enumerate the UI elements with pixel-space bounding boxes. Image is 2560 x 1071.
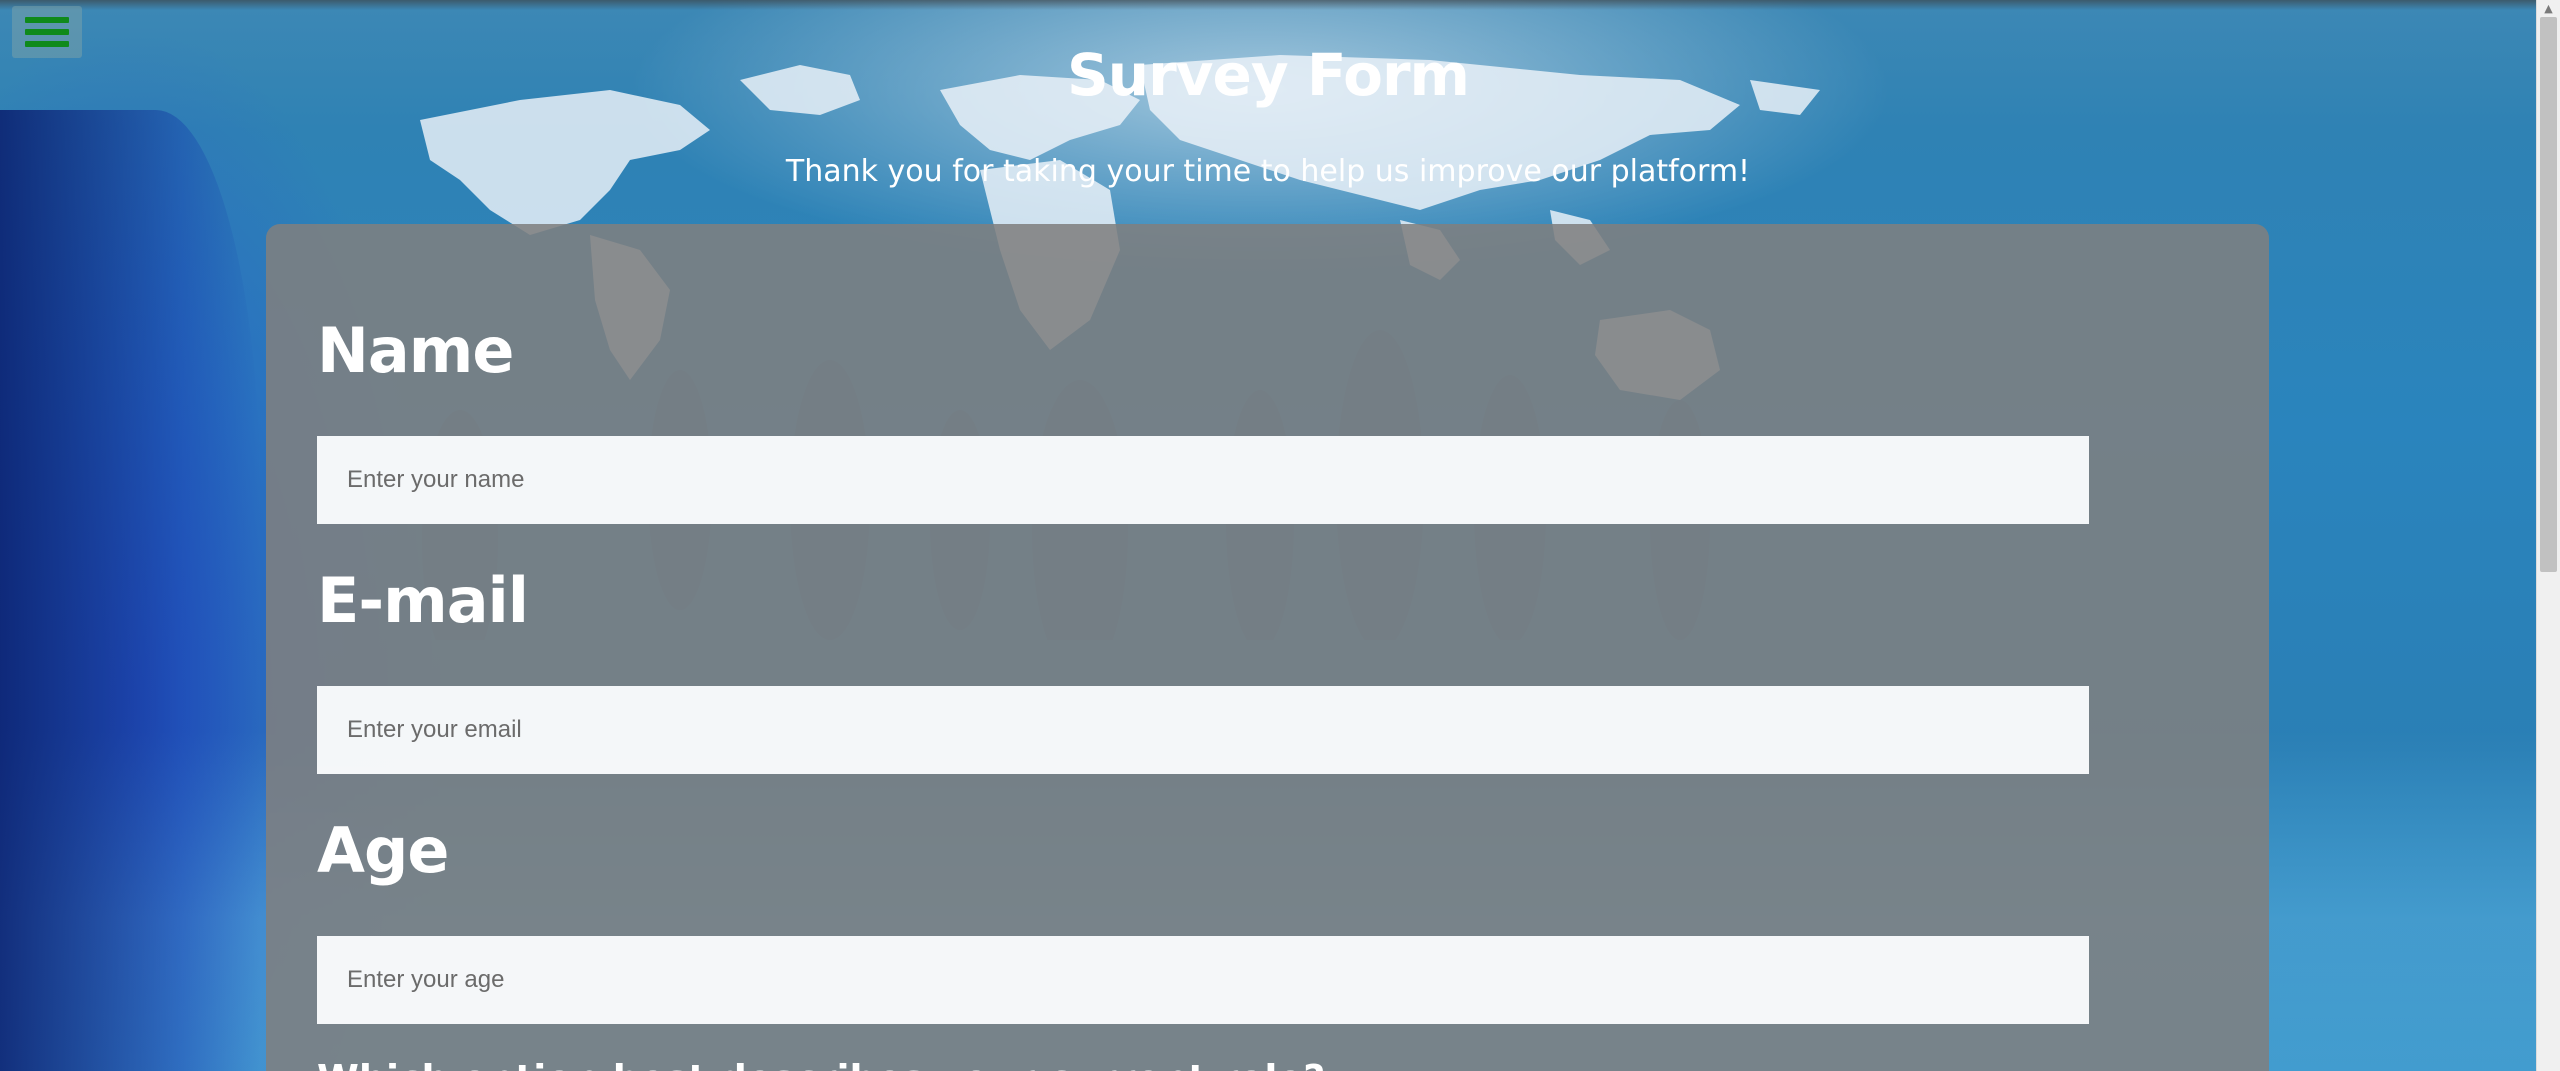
scroll-up-arrow-icon[interactable]: ▲: [2537, 0, 2560, 17]
survey-form: Name E-mail Age Which option best descri…: [266, 224, 2269, 1071]
vertical-scrollbar[interactable]: ▲: [2536, 0, 2560, 1071]
email-input[interactable]: [317, 686, 2089, 774]
hamburger-menu-button[interactable]: [12, 6, 82, 58]
hamburger-menu-icon-bar: [25, 29, 69, 35]
survey-page: Survey Form Thank you for taking your ti…: [0, 0, 2560, 1071]
hamburger-menu-icon: [25, 17, 69, 23]
email-label: E-mail: [317, 564, 529, 637]
page-description: Thank you for taking your time to help u…: [785, 154, 1751, 189]
scrollbar-thumb[interactable]: [2540, 17, 2557, 572]
page-header: Survey Form Thank you for taking your ti…: [0, 0, 2536, 192]
page-title: Survey Form: [1067, 41, 1470, 109]
hamburger-menu-icon-bar: [25, 41, 69, 47]
name-label: Name: [317, 314, 514, 387]
name-input[interactable]: [317, 436, 2089, 524]
age-label: Age: [317, 814, 449, 887]
age-input[interactable]: [317, 936, 2089, 1024]
role-question-label: Which option best describes your current…: [317, 1054, 1325, 1071]
